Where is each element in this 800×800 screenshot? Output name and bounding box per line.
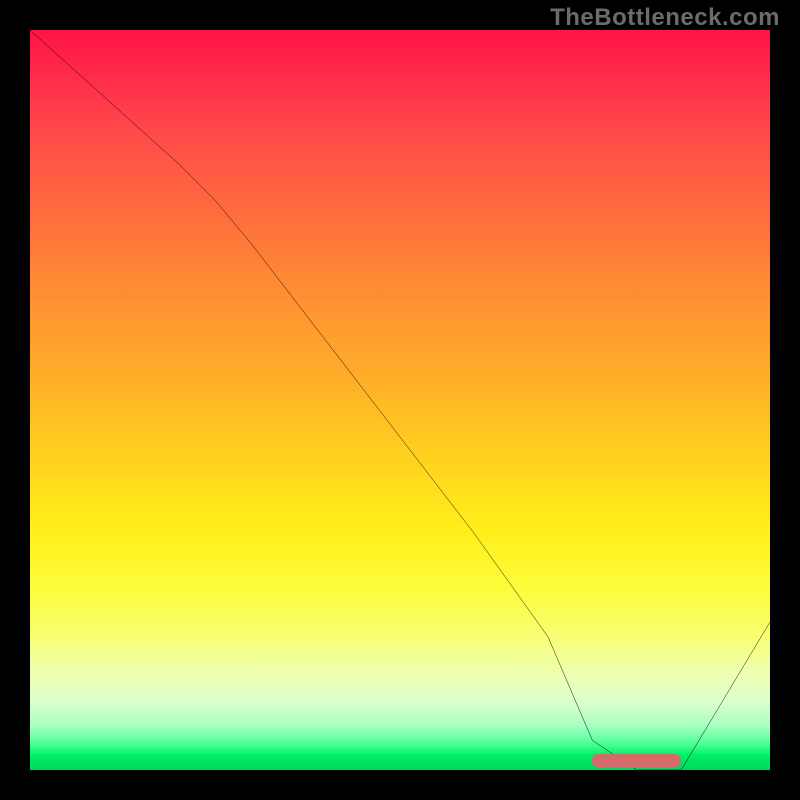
chart-stage: TheBottleneck.com xyxy=(0,0,800,800)
bottleneck-curve xyxy=(30,30,770,770)
watermark-text: TheBottleneck.com xyxy=(550,4,780,32)
optimal-range-marker xyxy=(592,754,681,768)
curve-path xyxy=(30,30,770,770)
plot-area xyxy=(30,30,770,770)
